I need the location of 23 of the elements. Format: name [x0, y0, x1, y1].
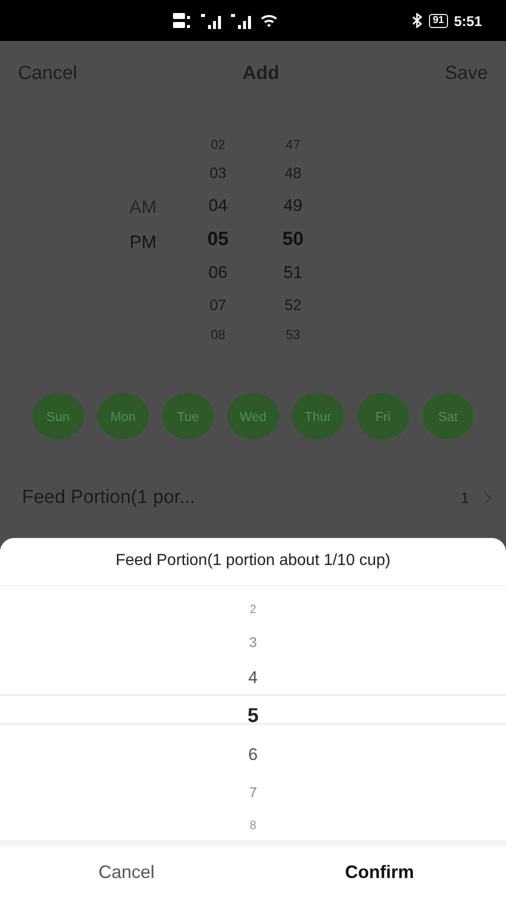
cancel-button[interactable]: Cancel [0, 846, 253, 900]
status-time: 5:51 [454, 12, 482, 28]
battery-indicator: 91 [428, 14, 448, 28]
portion-option[interactable]: 7 [249, 774, 257, 810]
portion-option[interactable]: 2 [250, 594, 256, 624]
hour-option[interactable]: 04 [208, 189, 228, 222]
portion-option[interactable]: 3 [249, 624, 257, 660]
signal-icon [200, 12, 224, 28]
signal-icon [230, 12, 254, 28]
portion-option[interactable]: 8 [250, 810, 256, 840]
bluetooth-icon [410, 13, 423, 28]
hour-option[interactable]: 05 [207, 222, 229, 257]
portion-option[interactable]: 5 [247, 696, 259, 737]
sheet-title: Feed Portion(1 portion about 1/10 cup) [0, 538, 506, 586]
portion-option[interactable]: 4 [248, 660, 258, 697]
confirm-button[interactable]: Confirm [253, 846, 506, 900]
minute-option[interactable]: 51 [284, 256, 302, 290]
portion-option[interactable]: 6 [248, 736, 258, 774]
minute-option[interactable]: 49 [284, 189, 302, 222]
wifi-icon [260, 13, 278, 28]
hour-option[interactable]: 06 [208, 256, 228, 290]
meridiem-option[interactable]: PM [130, 225, 156, 260]
minute-option[interactable]: 50 [282, 222, 304, 257]
